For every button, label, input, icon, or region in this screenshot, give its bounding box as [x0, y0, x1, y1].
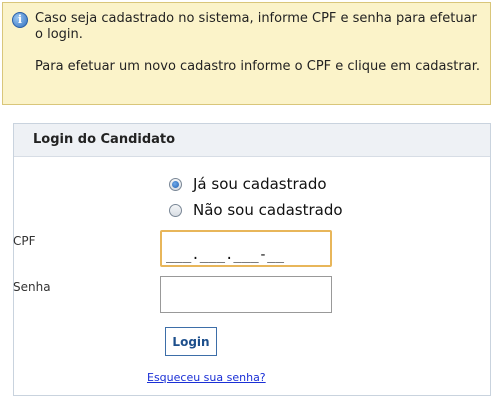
- radio-registered-label[interactable]: Já sou cadastrado: [193, 175, 327, 193]
- login-button[interactable]: Login: [165, 327, 217, 356]
- info-message: i Caso seja cadastrado no sistema, infor…: [2, 2, 491, 105]
- senha-input[interactable]: [160, 276, 332, 313]
- forgot-password-link[interactable]: Esqueceu sua senha?: [147, 371, 266, 384]
- radio-registered[interactable]: Já sou cadastrado: [169, 175, 327, 193]
- radio-registered-button[interactable]: [169, 177, 182, 191]
- info-text-register: Para efetuar um novo cadastro informe o …: [35, 59, 480, 74]
- login-panel-title: Login do Candidato: [14, 124, 490, 157]
- cpf-label: CPF: [13, 234, 36, 248]
- info-text-login: Caso seja cadastrado no sistema, informe…: [35, 11, 477, 42]
- radio-not-registered[interactable]: Não sou cadastrado: [169, 201, 343, 219]
- login-panel: Login do Candidato Já sou cadastrado Não…: [13, 123, 491, 396]
- info-icon: i: [12, 12, 28, 28]
- cpf-input[interactable]: [160, 230, 332, 267]
- senha-label: Senha: [13, 280, 51, 294]
- radio-not-registered-button[interactable]: [169, 203, 182, 217]
- radio-not-registered-label[interactable]: Não sou cadastrado: [193, 201, 343, 219]
